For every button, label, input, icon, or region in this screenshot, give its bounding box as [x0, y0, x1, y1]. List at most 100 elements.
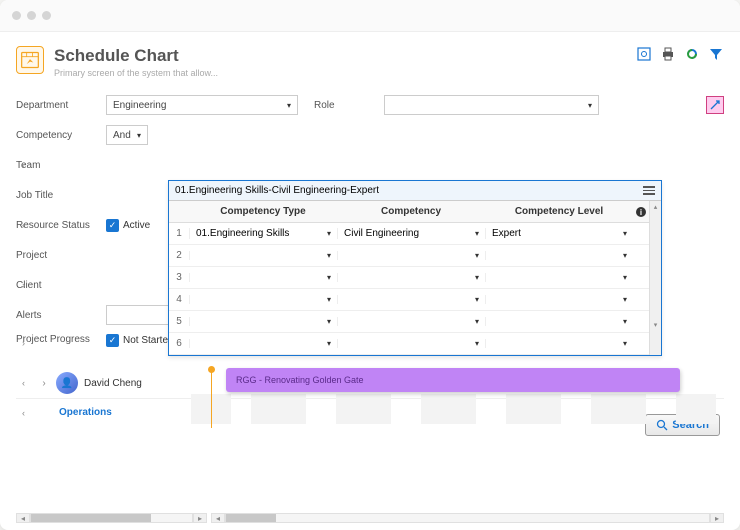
- collapse-icon[interactable]: ‹: [22, 378, 25, 388]
- competency-grid-row: 5: [169, 311, 649, 333]
- scroll-right-arrow[interactable]: ▸: [710, 513, 724, 523]
- role-label: Role: [314, 100, 368, 111]
- level-cell[interactable]: [485, 295, 633, 304]
- scroll-track-left[interactable]: [30, 513, 193, 523]
- competency-grid-row: 6: [169, 333, 649, 355]
- chevron-down-icon: [327, 229, 331, 238]
- chevron-down-icon: [327, 339, 331, 348]
- collapse-icon[interactable]: ‹: [22, 160, 25, 170]
- scroll-left-arrow[interactable]: ◂: [211, 513, 225, 523]
- competency-input-row[interactable]: 01.Engineering Skills-Civil Engineering-…: [169, 181, 661, 201]
- window-dot: [27, 11, 36, 20]
- filter-icon[interactable]: [708, 46, 724, 62]
- collapse-icon[interactable]: ‹: [22, 220, 25, 230]
- window-dot: [42, 11, 51, 20]
- resource-status-label: Resource Status: [16, 220, 106, 231]
- collapse-icon[interactable]: ›: [22, 280, 25, 290]
- chevron-down-icon: [623, 251, 627, 260]
- chevron-down-icon: [588, 101, 592, 110]
- row-number: 5: [169, 316, 189, 327]
- competency-logic-select[interactable]: And: [106, 125, 148, 145]
- scroll-track-right[interactable]: [225, 513, 710, 523]
- info-icon[interactable]: i: [633, 206, 649, 218]
- competency-grid-row: 101.Engineering SkillsCivil EngineeringE…: [169, 223, 649, 245]
- task-label: RGG - Renovating Golden Gate: [236, 375, 364, 385]
- chevron-down-icon: [327, 273, 331, 282]
- type-cell[interactable]: 01.Engineering Skills: [189, 228, 337, 239]
- competency-label: Competency: [16, 130, 106, 141]
- competency-popup: 01.Engineering Skills-Civil Engineering-…: [168, 180, 662, 356]
- scroll-right-arrow[interactable]: ▸: [193, 513, 207, 523]
- type-cell[interactable]: [189, 273, 337, 282]
- department-label: Department: [16, 100, 106, 111]
- competency-selected-value: 01.Engineering Skills-Civil Engineering-…: [175, 185, 379, 196]
- type-cell[interactable]: [189, 317, 337, 326]
- chevron-down-icon: [623, 273, 627, 282]
- jobtitle-label: Job Title: [16, 190, 106, 201]
- chevron-down-icon: [475, 229, 479, 238]
- department-select[interactable]: Engineering: [106, 95, 298, 115]
- chevron-down-icon: [475, 295, 479, 304]
- comp-cell[interactable]: [337, 317, 485, 326]
- collapse-icon[interactable]: ›: [22, 338, 25, 348]
- expand-chevron-icon[interactable]: ›: [38, 377, 50, 389]
- group-label: Operations: [31, 407, 196, 418]
- comp-cell[interactable]: [337, 295, 485, 304]
- active-checkbox[interactable]: ✓ Active: [106, 219, 150, 232]
- level-cell[interactable]: Expert: [485, 228, 633, 239]
- vertical-scrollbar[interactable]: ▴ ▾: [649, 201, 661, 355]
- level-cell[interactable]: [485, 317, 633, 326]
- comp-cell[interactable]: [337, 251, 485, 260]
- progress-not-started-checkbox[interactable]: ✓Not Started: [106, 334, 174, 347]
- svg-text:i: i: [640, 208, 642, 217]
- type-cell[interactable]: [189, 339, 337, 348]
- chevron-down-icon: [327, 295, 331, 304]
- chevron-down-icon: [623, 295, 627, 304]
- team-label: Team: [16, 160, 106, 171]
- resource-name: David Cheng: [84, 378, 142, 389]
- client-label: Client: [16, 280, 106, 291]
- preview-icon[interactable]: [636, 46, 652, 62]
- task-bar[interactable]: RGG - Renovating Golden Gate: [226, 368, 680, 392]
- chevron-down-icon: [287, 101, 291, 110]
- row-number: 3: [169, 272, 189, 283]
- hamburger-icon[interactable]: [643, 186, 655, 195]
- chevron-down-icon: [475, 273, 479, 282]
- chevron-down-icon: [623, 339, 627, 348]
- page-title: Schedule Chart: [54, 46, 218, 66]
- row-number: 2: [169, 250, 189, 261]
- comp-cell[interactable]: [337, 273, 485, 282]
- header-comp: Competency: [337, 206, 485, 217]
- chevron-down-icon: [623, 317, 627, 326]
- active-label: Active: [123, 220, 150, 231]
- type-cell[interactable]: [189, 251, 337, 260]
- comp-cell[interactable]: [337, 339, 485, 348]
- chevron-down-icon: [623, 229, 627, 238]
- window-titlebar: [0, 0, 740, 32]
- level-cell[interactable]: [485, 251, 633, 260]
- role-select[interactable]: [384, 95, 599, 115]
- refresh-icon[interactable]: [684, 46, 700, 62]
- department-value: Engineering: [113, 100, 166, 111]
- header-level: Competency Level: [485, 206, 633, 217]
- collapse-icon[interactable]: ‹: [22, 408, 25, 418]
- avatar: 👤: [56, 372, 78, 394]
- scroll-left-arrow[interactable]: ◂: [16, 513, 30, 523]
- current-time-dot: [208, 366, 215, 373]
- chevron-down-icon: [475, 317, 479, 326]
- chevron-down-icon: [137, 131, 141, 140]
- current-time-marker: [211, 368, 212, 428]
- level-cell[interactable]: [485, 273, 633, 282]
- comp-cell[interactable]: Civil Engineering: [337, 228, 485, 239]
- print-icon[interactable]: [660, 46, 676, 62]
- competency-grid-row: 2: [169, 245, 649, 267]
- role-config-icon[interactable]: [706, 96, 724, 114]
- alerts-label: Alerts: [16, 310, 106, 321]
- level-cell[interactable]: [485, 339, 633, 348]
- header-type: Competency Type: [189, 206, 337, 217]
- competency-grid-row: 3: [169, 267, 649, 289]
- page-subtitle: Primary screen of the system that allow.…: [54, 68, 218, 78]
- row-number: 6: [169, 338, 189, 349]
- type-cell[interactable]: [189, 295, 337, 304]
- chevron-down-icon: [327, 251, 331, 260]
